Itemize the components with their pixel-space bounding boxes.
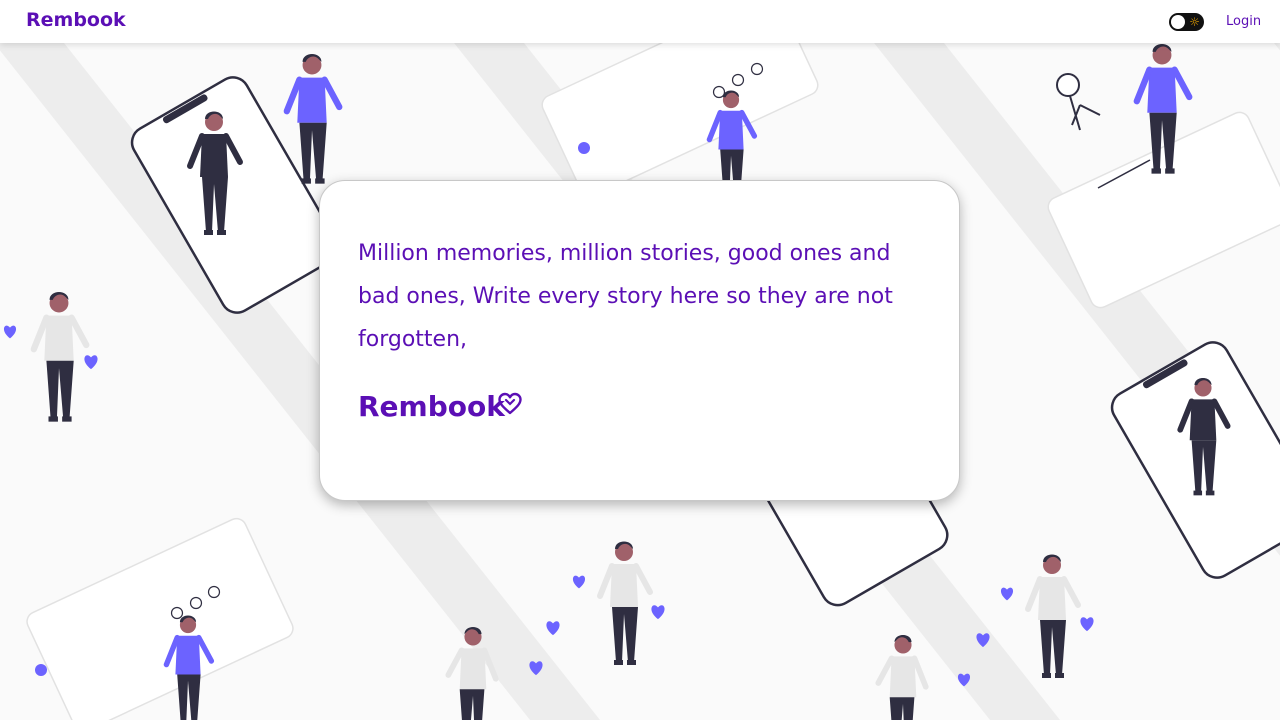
person-shirt [44, 315, 74, 361]
person-shirt [1038, 577, 1066, 620]
person-legs [1040, 620, 1066, 675]
person-arm [911, 655, 929, 690]
navbar: Rembook ☼ Login [0, 0, 1280, 43]
brand-logo-link[interactable]: Rembook [26, 9, 126, 31]
sun-icon: ☼ [1189, 15, 1200, 29]
person-arm [445, 647, 465, 678]
person-shoe [315, 178, 325, 184]
dot-icon [578, 142, 590, 154]
person-arm [283, 76, 303, 115]
person-legs [46, 360, 74, 419]
person-shoe [48, 416, 58, 422]
person-illustration [597, 541, 653, 665]
card-outline [26, 517, 294, 720]
person-legs [889, 697, 915, 720]
person-legs [177, 674, 201, 720]
person-shirt [175, 635, 201, 675]
doodle-head [1056, 73, 1080, 97]
small-heart-icon [546, 621, 560, 636]
toggle-knob [1171, 15, 1185, 29]
person-shoe [62, 416, 72, 422]
small-heart-icon [1080, 617, 1094, 632]
login-link[interactable]: Login [1226, 14, 1261, 29]
person-shoe [217, 230, 226, 235]
person-shirt [889, 656, 917, 698]
clock-icon [170, 606, 184, 620]
heart-icon [498, 392, 522, 415]
person-shirt [718, 110, 744, 150]
person-arm [321, 76, 343, 111]
small-heart-icon [3, 325, 17, 339]
small-heart-icon [572, 575, 586, 589]
person-shoe [1165, 168, 1175, 174]
clock-icon [750, 62, 764, 76]
person-shoe [1151, 168, 1161, 174]
doodle-body [1069, 95, 1101, 131]
person-shoe [1042, 673, 1051, 678]
person-arm [633, 563, 653, 595]
person-illustration [283, 53, 343, 184]
small-heart-icon [84, 355, 98, 370]
person-arm [68, 314, 90, 349]
person-shirt [459, 648, 487, 690]
person-shoe [204, 230, 213, 235]
person-shoe [614, 660, 623, 665]
person-shirt [1189, 399, 1217, 441]
stripe [1240, 0, 1280, 51]
person-shoe [627, 660, 636, 665]
person-legs [459, 689, 485, 720]
hero-brand-name: Rembook [358, 390, 505, 423]
person-illustration [30, 291, 90, 422]
small-heart-icon [1000, 587, 1014, 601]
person-shoe [1205, 490, 1215, 496]
person-shirt [610, 564, 638, 607]
hero-card: Million memories, million stories, good … [319, 180, 960, 501]
person-shirt [200, 134, 228, 177]
person-shirt [1147, 67, 1177, 113]
person-illustration [1025, 554, 1081, 678]
person-shoe [301, 178, 311, 184]
clock-icon [712, 85, 726, 99]
person-legs [612, 607, 638, 662]
person-arm [875, 655, 895, 686]
person-arm [30, 314, 50, 353]
person-arm [1025, 576, 1043, 612]
person-illustration [875, 635, 929, 720]
person-shirt [297, 77, 327, 123]
theme-toggle[interactable]: ☼ [1169, 13, 1204, 31]
person-arm [1061, 576, 1081, 608]
person-shoe [1055, 673, 1064, 678]
person-legs [299, 122, 327, 181]
person-arm [597, 563, 615, 599]
hero-tagline: Million memories, million stories, good … [358, 241, 893, 352]
person-shoe [1193, 490, 1203, 496]
clock-icon [207, 585, 221, 599]
dot-icon [35, 664, 47, 676]
small-heart-icon [651, 605, 665, 620]
person-arm [1133, 66, 1153, 105]
person-arm [1171, 66, 1193, 101]
clock-icon [189, 596, 203, 610]
clock-icon [731, 73, 745, 87]
